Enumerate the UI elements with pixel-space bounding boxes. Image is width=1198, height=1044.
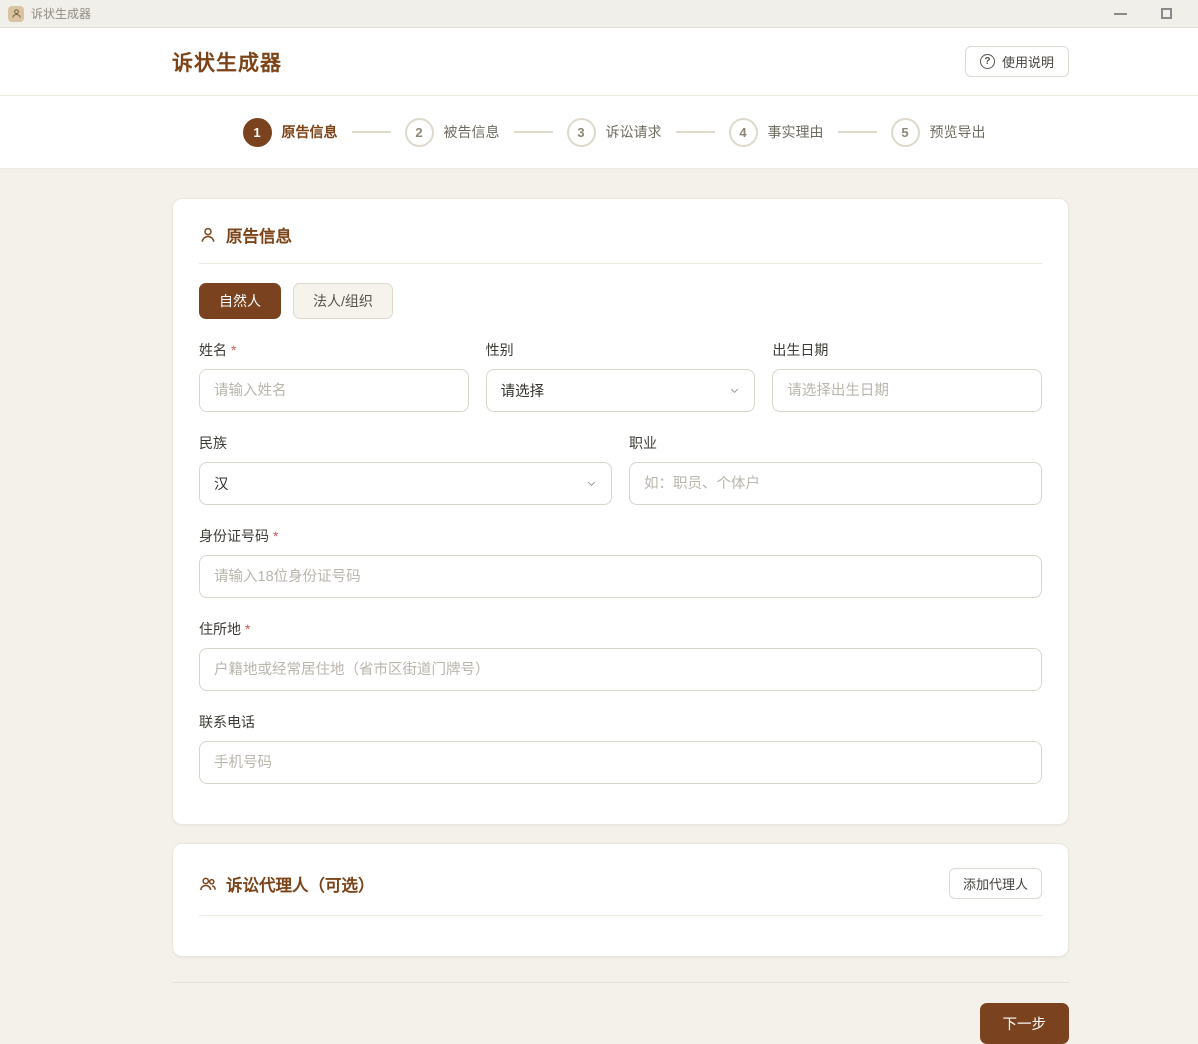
- gender-label: 性别: [486, 340, 756, 360]
- step-preview-export[interactable]: 5 预览导出: [891, 118, 986, 147]
- page-title: 诉状生成器: [172, 47, 282, 77]
- required-mark: *: [273, 528, 278, 544]
- person-icon: [199, 226, 217, 244]
- app-header: 诉状生成器 ? 使用说明: [0, 28, 1198, 96]
- step-facts-reasons[interactable]: 4 事实理由: [729, 118, 824, 147]
- tab-legal-entity[interactable]: 法人/组织: [293, 283, 393, 319]
- step-label: 事实理由: [768, 122, 824, 142]
- app-icon: [8, 6, 24, 22]
- step-number: 4: [729, 118, 758, 147]
- window-title: 诉状生成器: [31, 5, 91, 22]
- help-button-label: 使用说明: [1002, 52, 1054, 71]
- name-label: 姓名*: [199, 340, 469, 360]
- step-label: 被告信息: [444, 122, 500, 142]
- birthdate-input[interactable]: [772, 369, 1042, 412]
- agent-empty-area: [199, 916, 1042, 956]
- step-number: 1: [243, 118, 272, 147]
- step-plaintiff-info[interactable]: 1 原告信息: [243, 118, 338, 147]
- gender-select[interactable]: 请选择: [486, 369, 756, 412]
- footer-divider: [172, 982, 1069, 983]
- chevron-down-icon: [586, 478, 597, 489]
- agent-card: 诉讼代理人（可选） 添加代理人: [172, 843, 1069, 957]
- step-connector: [514, 131, 553, 133]
- address-label: 住所地*: [199, 619, 1042, 639]
- occupation-input[interactable]: [629, 462, 1042, 505]
- maximize-button[interactable]: [1161, 8, 1172, 19]
- step-label: 原告信息: [282, 122, 338, 142]
- id-number-label: 身份证号码*: [199, 526, 1042, 546]
- stepper-band: 1 原告信息 2 被告信息 3 诉讼请求 4 事实理由 5 预览导出: [0, 96, 1198, 169]
- ethnicity-select[interactable]: 汉: [199, 462, 612, 505]
- step-number: 2: [405, 118, 434, 147]
- plaintiff-info-card: 原告信息 自然人 法人/组织 姓名* 性别: [172, 198, 1069, 825]
- step-label: 诉讼请求: [606, 122, 662, 142]
- step-defendant-info[interactable]: 2 被告信息: [405, 118, 500, 147]
- window-titlebar: 诉状生成器: [0, 0, 1198, 28]
- address-input[interactable]: [199, 648, 1042, 691]
- next-step-button[interactable]: 下一步: [980, 1003, 1070, 1044]
- step-claims[interactable]: 3 诉讼请求: [567, 118, 662, 147]
- agent-card-title: 诉讼代理人（可选）: [226, 872, 375, 896]
- phone-label: 联系电话: [199, 712, 1042, 732]
- chevron-down-icon: [729, 385, 740, 396]
- required-mark: *: [231, 342, 236, 358]
- ethnicity-select-value: 汉: [214, 473, 229, 494]
- ethnicity-label: 民族: [199, 433, 612, 453]
- help-button[interactable]: ? 使用说明: [965, 46, 1069, 77]
- plaintiff-card-title: 原告信息: [226, 223, 292, 247]
- occupation-label: 职业: [629, 433, 1042, 453]
- minimize-button[interactable]: [1114, 13, 1127, 15]
- question-circle-icon: ?: [980, 54, 995, 69]
- required-mark: *: [245, 621, 250, 637]
- step-label: 预览导出: [930, 122, 986, 142]
- tab-natural-person[interactable]: 自然人: [199, 283, 281, 319]
- step-connector: [838, 131, 877, 133]
- name-input[interactable]: [199, 369, 469, 412]
- step-connector: [676, 131, 715, 133]
- card-header-divider: [199, 263, 1042, 264]
- users-icon: [199, 875, 217, 893]
- birthdate-label: 出生日期: [772, 340, 1042, 360]
- step-number: 3: [567, 118, 596, 147]
- stepper: 1 原告信息 2 被告信息 3 诉讼请求 4 事实理由 5 预览导出: [243, 118, 986, 147]
- id-number-input[interactable]: [199, 555, 1042, 598]
- gender-select-value: 请选择: [501, 380, 545, 401]
- phone-input[interactable]: [199, 741, 1042, 784]
- step-number: 5: [891, 118, 920, 147]
- step-connector: [352, 131, 391, 133]
- add-agent-button[interactable]: 添加代理人: [949, 868, 1042, 899]
